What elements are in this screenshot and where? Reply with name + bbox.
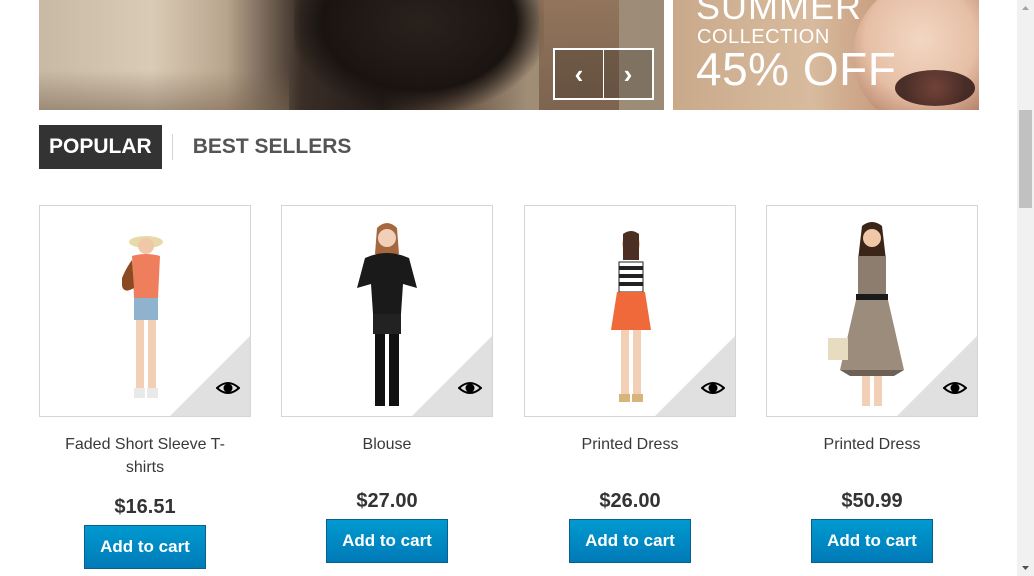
product-image-link[interactable] [766,205,978,417]
tab-divider [171,134,173,160]
slider-prev-button[interactable]: ‹ [555,50,603,98]
tab-popular[interactable]: POPULAR [39,125,162,169]
product-card: Faded Short Sleeve T-shirts $16.51 Add t… [39,205,251,569]
product-name[interactable]: Printed Dress [524,433,736,481]
promo-title: SUMMER [696,0,862,27]
product-name[interactable]: Printed Dress [766,433,978,481]
chevron-right-icon: › [623,58,633,89]
eye-icon[interactable] [943,376,967,400]
add-to-cart-button[interactable]: Add to cart [811,519,933,563]
add-to-cart-button[interactable]: Add to cart [326,519,448,563]
product-name[interactable]: Blouse [281,433,493,481]
product-price: $26.00 [599,490,661,512]
eye-icon[interactable] [458,376,482,400]
product-card: Printed Dress $50.99 Add to cart [766,205,978,563]
slider-background [39,70,289,110]
product-price: $27.00 [356,490,418,512]
eye-icon[interactable] [701,376,725,400]
product-image-link[interactable] [39,205,251,417]
slider-controls: ‹ › [553,48,654,100]
eye-icon[interactable] [216,376,240,400]
product-name[interactable]: Faded Short Sleeve T-shirts [39,433,251,481]
product-image-link[interactable] [281,205,493,417]
slider-model-image [294,0,544,110]
product-tabs: POPULAR BEST SELLERS [39,125,351,169]
product-price: $50.99 [841,490,903,512]
summer-promo-banner[interactable]: SUMMER COLLECTION 45% OFF [673,0,979,110]
homepage-slider[interactable]: ‹ › [39,0,664,110]
chevron-left-icon: ‹ [574,58,584,89]
add-to-cart-button[interactable]: Add to cart [569,519,691,563]
slider-next-button[interactable]: › [603,50,652,98]
scrollbar-thumb[interactable] [1019,110,1032,208]
scroll-up-arrow-icon[interactable] [1017,0,1034,17]
add-to-cart-button[interactable]: Add to cart [84,525,206,569]
product-card: Printed Dress $26.00 Add to cart [524,205,736,563]
product-card: Blouse $27.00 Add to cart [281,205,493,563]
scroll-down-arrow-icon[interactable] [1017,559,1034,576]
vertical-scrollbar[interactable] [1017,0,1034,576]
tab-best-sellers[interactable]: BEST SELLERS [193,135,352,159]
promo-sunglasses-image [895,70,975,106]
promo-discount: 45% OFF [696,43,897,95]
product-price: $16.51 [114,496,176,518]
product-image-link[interactable] [524,205,736,417]
